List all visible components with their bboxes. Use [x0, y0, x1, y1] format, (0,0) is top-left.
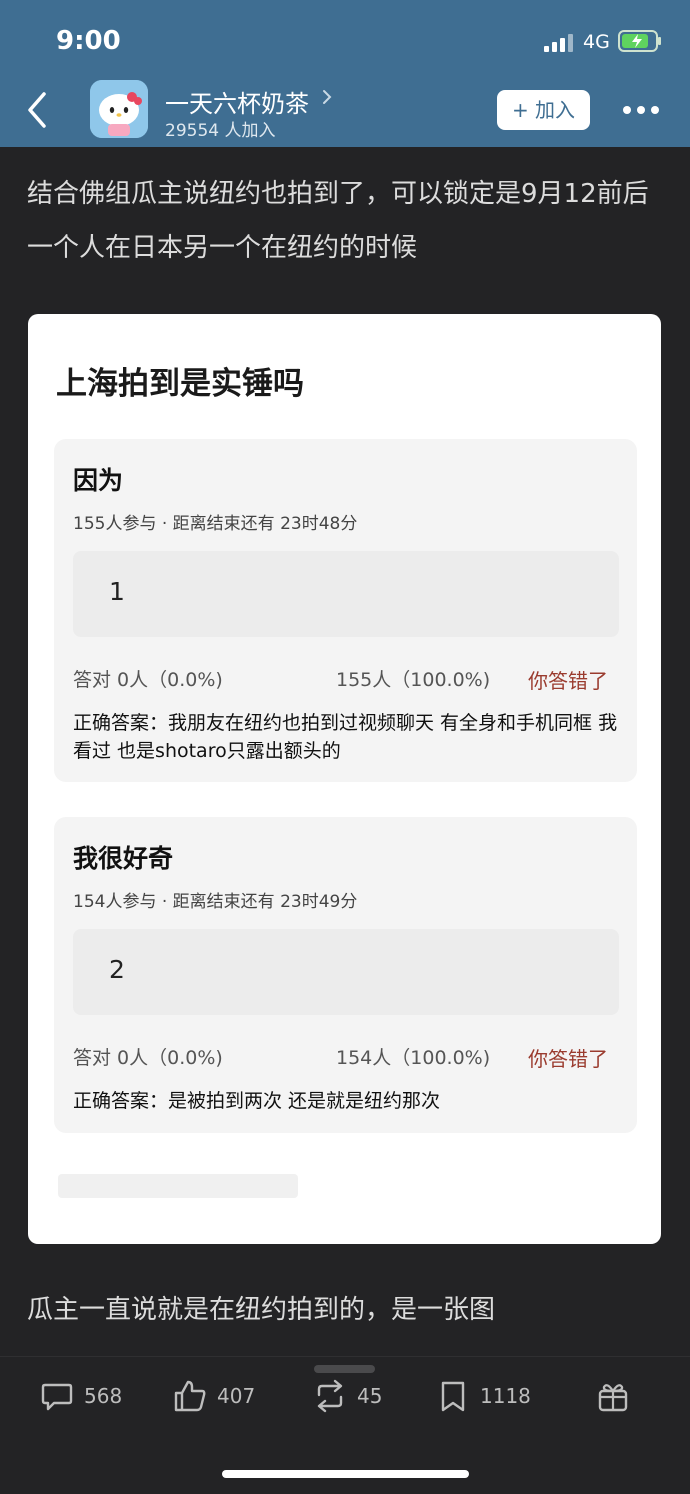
- quiz-option: 2: [73, 929, 619, 1015]
- quiz-result: 你答错了: [528, 669, 608, 693]
- quiz-option-text: 1: [109, 577, 125, 606]
- gift-icon: [598, 1384, 628, 1412]
- group-member-count: 29554 人加入: [165, 121, 276, 141]
- quiz-time-left: 距离结束还有 23时49分: [172, 892, 358, 912]
- quiz-card-title: 上海拍到是实锤吗: [56, 366, 304, 402]
- comment-count: 568: [84, 1384, 123, 1408]
- status-time: 9:00: [56, 26, 121, 56]
- quiz-time-left: 距离结束还有 23时48分: [172, 514, 358, 534]
- quiz-correct-answer: 正确答案：我朋友在纽约也拍到过视频聊天 有全身和手机同框 我看过 也是shota…: [73, 712, 618, 762]
- quiz-participants: 154人参与: [73, 892, 157, 912]
- battery-icon: [618, 30, 661, 52]
- join-button[interactable]: + 加入: [497, 90, 590, 130]
- bookmark-icon: [441, 1381, 465, 1412]
- drag-handle[interactable]: [314, 1365, 375, 1373]
- blurred-region: [58, 1174, 298, 1198]
- top-header: 9:00 4G 一天六杯奶茶 29554 人加入 + 加入: [0, 0, 690, 147]
- comment-icon: [41, 1383, 73, 1411]
- quiz-meta-separator: ·: [156, 514, 173, 534]
- repost-count: 45: [357, 1384, 383, 1408]
- quiz-title: 因为: [73, 466, 124, 495]
- thumbs-up-icon: [174, 1380, 206, 1412]
- signal-icon: [544, 34, 573, 52]
- group-name[interactable]: 一天六杯奶茶: [165, 84, 309, 119]
- back-icon[interactable]: [22, 90, 52, 130]
- group-avatar[interactable]: [90, 80, 148, 138]
- quiz-result: 你答错了: [528, 1047, 608, 1071]
- like-count: 407: [217, 1384, 256, 1408]
- quiz-title: 我很好奇: [73, 844, 174, 873]
- more-icon[interactable]: [622, 104, 660, 116]
- quiz-option-text: 2: [109, 955, 125, 984]
- quiz-correct-stat: 答对 0人（0.0%): [73, 1047, 223, 1069]
- repost-icon: [317, 1379, 343, 1413]
- quiz-meta: 155人参与 · 距离结束还有 23时48分: [73, 509, 357, 534]
- quiz-correct-answer: 正确答案：是被拍到两次 还是就是纽约那次: [73, 1090, 441, 1112]
- quiz-wrong-stat: 154人（100.0%): [336, 1047, 491, 1069]
- quiz-screenshot-card[interactable]: 上海拍到是实锤吗 因为 155人参与 · 距离结束还有 23时48分 1 答对 …: [28, 314, 661, 1244]
- quiz-participants: 155人参与: [73, 514, 157, 534]
- quiz-correct-stat: 答对 0人（0.0%): [73, 669, 223, 691]
- quiz-option: 1: [73, 551, 619, 637]
- favorite-count: 1118: [480, 1384, 531, 1408]
- network-label: 4G: [583, 31, 610, 53]
- home-indicator[interactable]: [222, 1470, 469, 1478]
- quiz-item: 因为 155人参与 · 距离结束还有 23时48分 1 答对 0人（0.0%) …: [54, 439, 637, 782]
- quiz-wrong-stat: 155人（100.0%): [336, 669, 491, 691]
- quiz-meta: 154人参与 · 距离结束还有 23时49分: [73, 887, 357, 912]
- quiz-meta-separator: ·: [156, 892, 173, 912]
- post-text-top: 结合佛组瓜主说纽约也拍到了，可以锁定是9月12前后 一个人在日本另一个在纽约的时…: [27, 179, 649, 263]
- quiz-item: 我很好奇 154人参与 · 距离结束还有 23时49分 2 答对 0人（0.0%…: [54, 817, 637, 1133]
- chevron-right-icon[interactable]: [320, 86, 334, 108]
- post-text-bottom: 瓜主一直说就是在纽约拍到的，是一张图: [27, 1295, 496, 1325]
